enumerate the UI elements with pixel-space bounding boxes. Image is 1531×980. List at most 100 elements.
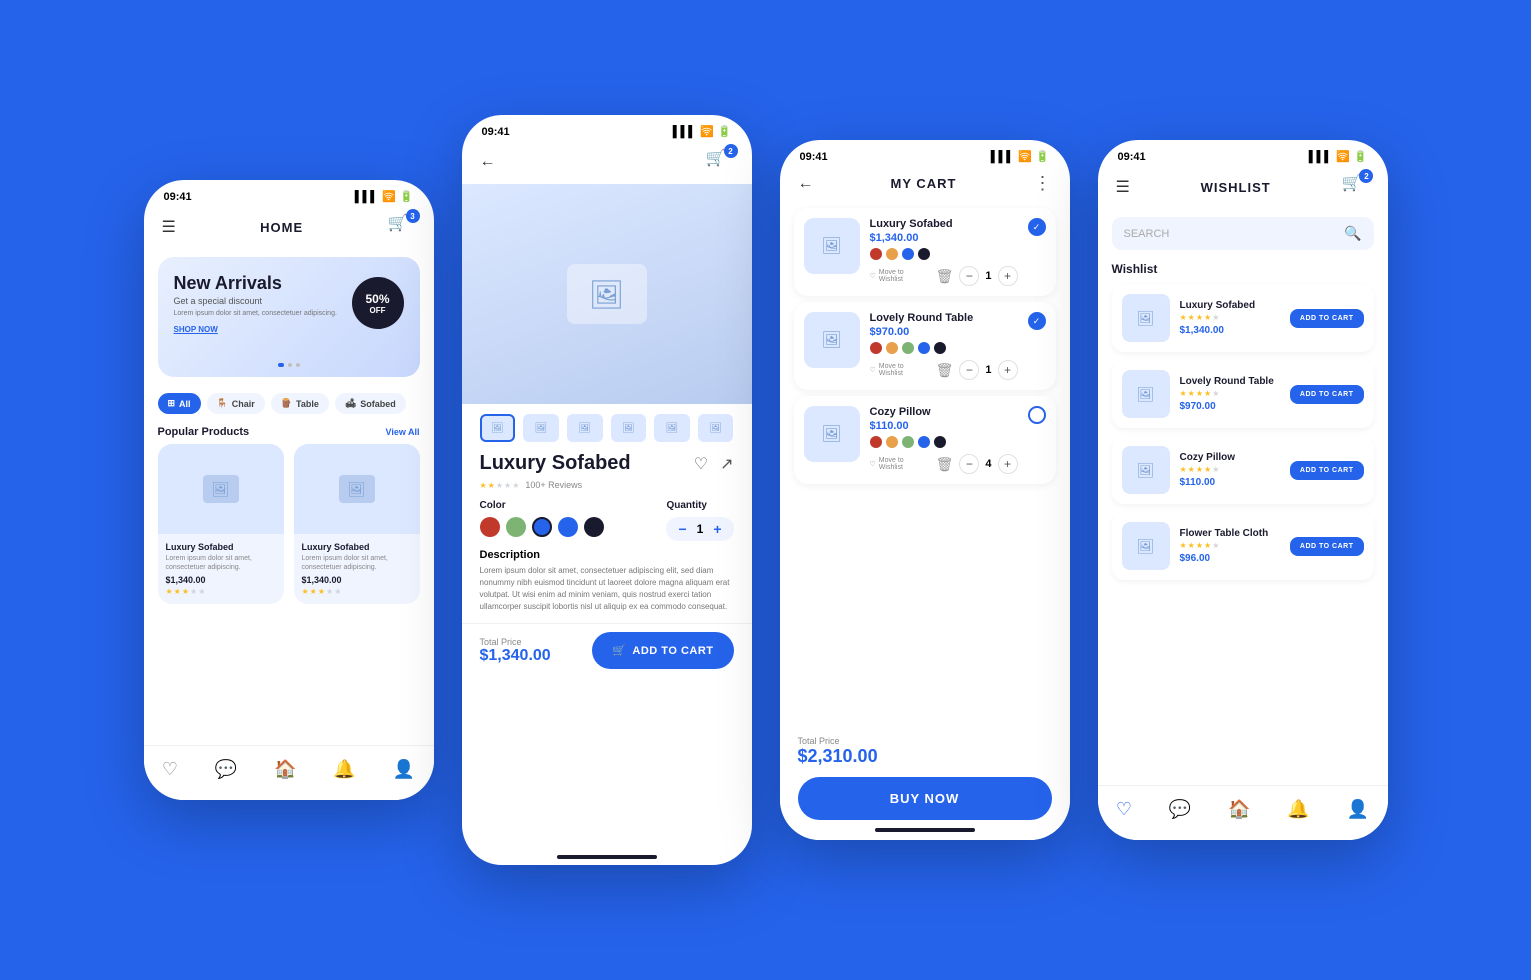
nav-chat-icon[interactable]: 💬: [215, 759, 237, 780]
cart-inc-2[interactable]: +: [998, 360, 1018, 380]
share-icon[interactable]: ↗: [720, 454, 733, 474]
color-label: Color: [480, 500, 604, 511]
wishlist-img-3: 🖼: [1122, 446, 1170, 494]
cart-inc-3[interactable]: +: [998, 454, 1018, 474]
swatch-black[interactable]: [584, 517, 604, 537]
cart-total-section: Total Price $2,310.00: [798, 736, 878, 767]
nav-home-4[interactable]: 🏠: [1228, 799, 1250, 820]
top-nav-1: ☰ HOME 🛒 3: [144, 207, 434, 249]
qty-decrease[interactable]: −: [678, 521, 686, 537]
delete-3[interactable]: 🗑: [936, 456, 954, 473]
cart-footer: Total Price $2,310.00 BUY NOW: [780, 724, 1070, 840]
move-wishlist-2[interactable]: ♡ Move to Wishlist: [870, 363, 928, 377]
view-all-btn[interactable]: View All: [385, 427, 419, 437]
nav-bell-4[interactable]: 🔔: [1287, 799, 1309, 820]
wishlist-price-3: $110.00: [1180, 477, 1280, 488]
nav-wishlist-4[interactable]: ♡: [1116, 799, 1132, 820]
buy-now-button[interactable]: BUY NOW: [798, 777, 1052, 820]
thumb-5[interactable]: 🖼: [654, 414, 690, 442]
cart-swatch-2e: [934, 342, 946, 354]
cart-inc-1[interactable]: +: [998, 266, 1018, 286]
cart-dec-1[interactable]: −: [959, 266, 979, 286]
desc-text: Lorem ipsum dolor sit amet, consectetuer…: [480, 565, 734, 613]
wishlist-info-4: Flower Table Cloth ★★★★★ $96.00: [1180, 528, 1280, 564]
qty-increase[interactable]: +: [713, 521, 721, 537]
quantity-control: − 1 +: [666, 517, 733, 541]
cart-info-2: Lovely Round Table $970.00 ♡ Move to Wis…: [870, 312, 1018, 380]
battery-icon-2: 🔋: [718, 125, 732, 138]
cart-swatch-1c: [902, 248, 914, 260]
swatch-green[interactable]: [506, 517, 526, 537]
cart-img-1: 🖼: [804, 218, 860, 274]
discount-off: OFF: [370, 306, 386, 315]
stars-1: ★★★★★: [166, 587, 276, 596]
swatch-blue[interactable]: [532, 517, 552, 537]
product-desc-2: Lorem ipsum dolor sit amet, consectetuer…: [302, 554, 412, 572]
swatch-blue2[interactable]: [558, 517, 578, 537]
more-options[interactable]: ⋮: [1033, 173, 1051, 194]
cart-actions-2: ♡ Move to Wishlist 🗑 − 1 +: [870, 360, 1018, 380]
nav-home-icon[interactable]: 🏠: [274, 759, 296, 780]
wishlist-hamburger[interactable]: ☰: [1116, 177, 1130, 197]
delete-1[interactable]: 🗑: [936, 268, 954, 285]
discount-percent: 50%: [365, 292, 389, 306]
cat-sofabed[interactable]: 🛋Sofabed: [335, 393, 406, 414]
home-indicator-2: [557, 855, 657, 859]
wishlist-add-btn-1[interactable]: ADD TO CART: [1290, 309, 1364, 328]
move-wishlist-1[interactable]: ♡ Move to Wishlist: [870, 269, 928, 283]
home-indicator-3: [875, 828, 975, 832]
thumb-3[interactable]: 🖼: [567, 414, 603, 442]
hero-image: 🖼: [567, 264, 647, 324]
thumb-1[interactable]: 🖼: [480, 414, 516, 442]
cart-select-1[interactable]: ✓: [1028, 218, 1046, 236]
move-wishlist-3[interactable]: ♡ Move to Wishlist: [870, 457, 928, 471]
delete-2[interactable]: 🗑: [936, 362, 954, 379]
product-img-1: 🖼: [158, 444, 284, 534]
phone-product-detail: 09:41 ▌▌▌ 🛜 🔋 ← 🛒 2 🖼 🖼 🖼 🖼 🖼 🖼: [462, 115, 752, 865]
search-bar[interactable]: SEARCH 🔍: [1112, 217, 1374, 250]
thumb-4[interactable]: 🖼: [611, 414, 647, 442]
nav-chat-4[interactable]: 💬: [1169, 799, 1191, 820]
quantity-section: Quantity − 1 +: [666, 500, 733, 541]
wishlist-add-btn-2[interactable]: ADD TO CART: [1290, 385, 1364, 404]
product-card-2[interactable]: 🖼 Luxury Sofabed Lorem ipsum dolor sit a…: [294, 444, 420, 604]
wishlist-add-btn-4[interactable]: ADD TO CART: [1290, 537, 1364, 556]
cart-select-2[interactable]: ✓: [1028, 312, 1046, 330]
add-to-cart-button[interactable]: 🛒 ADD TO CART: [592, 632, 733, 669]
search-icon[interactable]: 🔍: [1344, 225, 1361, 242]
thumb-2[interactable]: 🖼: [523, 414, 559, 442]
wishlist-item-1: 🖼 Luxury Sofabed ★★★★★ $1,340.00 ADD TO …: [1112, 284, 1374, 352]
cat-table[interactable]: 🪵Table: [271, 393, 329, 414]
cart-controls-1: 🗑 − 1 +: [936, 266, 1018, 286]
cart-img-3: 🖼: [804, 406, 860, 462]
desc-title: Description: [480, 549, 734, 561]
nav-profile-4[interactable]: 👤: [1347, 799, 1369, 820]
thumb-6[interactable]: 🖼: [698, 414, 734, 442]
category-row: ⊞All 🪑Chair 🪵Table 🛋Sofabed: [144, 385, 434, 422]
cart-button-4[interactable]: 🛒 2: [1341, 173, 1369, 201]
cart-select-3[interactable]: [1028, 406, 1046, 424]
swatch-red[interactable]: [480, 517, 500, 537]
cat-chair[interactable]: 🪑Chair: [207, 393, 265, 414]
cart-dec-2[interactable]: −: [959, 360, 979, 380]
cart-title: MY CART: [891, 176, 957, 191]
nav-bell-icon[interactable]: 🔔: [333, 759, 355, 780]
wishlist-icon[interactable]: ♡: [694, 454, 708, 474]
detail-actions: ♡ ↗: [694, 454, 734, 474]
cart-back-button[interactable]: ←: [798, 175, 814, 193]
nav-profile-icon[interactable]: 👤: [393, 759, 415, 780]
hamburger-menu[interactable]: ☰: [162, 217, 176, 237]
product-card-1[interactable]: 🖼 Luxury Sofabed Lorem ipsum dolor sit a…: [158, 444, 284, 604]
back-button[interactable]: ←: [480, 153, 496, 171]
cat-all[interactable]: ⊞All: [158, 393, 201, 414]
cart-swatch-3b: [886, 436, 898, 448]
cart-button-1[interactable]: 🛒 3: [388, 213, 416, 241]
cart-button-2[interactable]: 🛒 2: [706, 148, 734, 176]
wishlist-add-btn-3[interactable]: ADD TO CART: [1290, 461, 1364, 480]
product-info-1: Luxury Sofabed Lorem ipsum dolor sit ame…: [158, 534, 284, 604]
cart-colors-1: [870, 248, 1018, 260]
cart-dec-3[interactable]: −: [959, 454, 979, 474]
nav-wishlist-icon[interactable]: ♡: [162, 759, 178, 780]
cart-qty-2: 1: [985, 364, 991, 376]
quantity-label: Quantity: [666, 500, 733, 511]
